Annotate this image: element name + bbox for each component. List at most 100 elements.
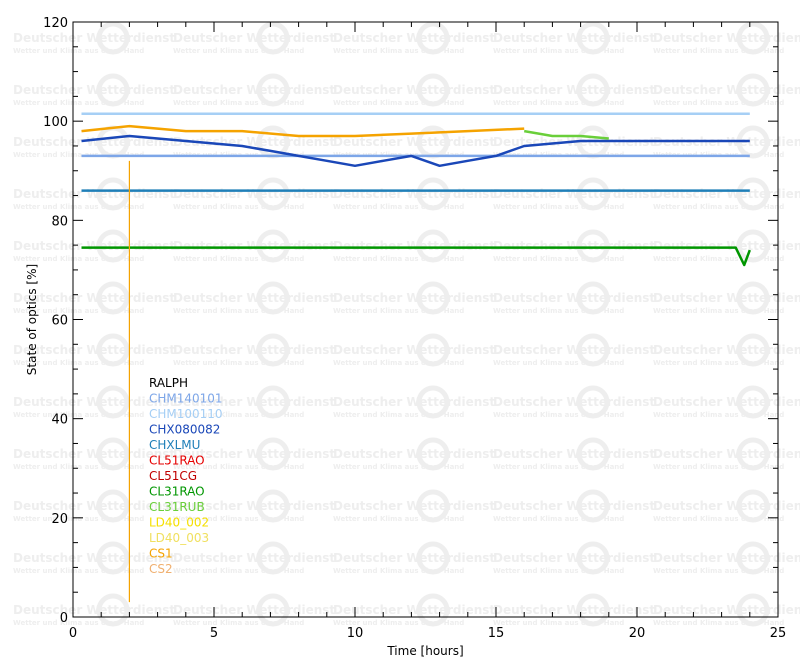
x-tick-label: 10 — [347, 626, 364, 641]
dwd-logo-watermark: Deutscher WetterdienstWetter und Klima a… — [493, 73, 655, 107]
watermark-slogan: Wetter und Klima aus einer Hand — [13, 99, 144, 107]
dwd-logo-watermark: Deutscher Wetterdienst Wetter und Klima a… — [493, 21, 655, 55]
dwd-logo-watermark: Deutscher WetterdienstWetter und Klima a… — [13, 125, 175, 159]
dwd-logo-watermark: Deutscher WetterdienstWetter und Klima a… — [493, 385, 655, 419]
watermark-slogan: Wetter und Klima aus einer Hand — [653, 515, 784, 523]
watermark-slogan: Wetter und Klima aus einer Hand — [333, 567, 464, 575]
watermark-title: Deutscher Wetterdienst — [173, 603, 335, 617]
watermark-slogan: Wetter und Klima aus einer Hand — [493, 255, 624, 263]
dwd-logo-watermark: Deutscher WetterdienstWetter und Klima a… — [173, 541, 335, 575]
watermark-title: Deutscher Wetterdienst — [493, 239, 655, 253]
dwd-logo-watermark: Deutscher Wetterdienst Wetter und Klima a… — [173, 593, 335, 627]
watermark-slogan: Wetter und Klima aus einer Hand — [653, 619, 784, 627]
watermark-slogan: Wetter und Klima aus einer Hand — [333, 463, 464, 471]
x-tick-label: 15 — [488, 626, 505, 641]
watermark-slogan: Wetter und Klima aus einer Hand — [493, 567, 624, 575]
watermark-slogan: Wetter und Klima aus einer Hand — [493, 359, 624, 367]
watermark-slogan: Wetter und Klima aus einer Hand — [653, 411, 784, 419]
watermark-title: Deutscher Wetterdienst — [333, 83, 495, 97]
watermark-title: Deutscher Wetterdienst — [493, 551, 655, 565]
watermark-title: Deutscher Wetterdienst — [173, 551, 335, 565]
dwd-logo-watermark: Deutscher WetterdienstWetter und Klima a… — [333, 489, 495, 523]
watermark-slogan: Wetter und Klima aus einer Hand — [13, 463, 144, 471]
legend-entry-ld40_002: LD40_002 — [149, 516, 209, 530]
watermark-title: Deutscher Wetterdienst — [173, 343, 335, 357]
watermark-slogan: Wetter und Klima aus einer Hand — [653, 307, 784, 315]
watermark-title: Deutscher Wetterdienst — [333, 551, 495, 565]
watermark-title: Deutscher Wetterdienst — [173, 239, 335, 253]
watermark-slogan: Wetter und Klima aus einer Hand — [493, 203, 624, 211]
dwd-logo-watermark: Deutscher Wetterdienst Wetter und Klima a… — [13, 593, 175, 627]
dwd-logo-watermark: Deutscher Wetterdienst Wetter und Klima a… — [173, 281, 335, 315]
legend-entry-cs1: CS1 — [149, 547, 173, 561]
watermark-slogan: Wetter und Klima aus einer Hand — [173, 255, 304, 263]
watermark-slogan: Wetter und Klima aus einer Hand — [333, 307, 464, 315]
legend-entry-ralph: RALPH — [149, 376, 188, 390]
y-tick-label: 60 — [51, 314, 68, 329]
dwd-logo-watermark: Deutscher WetterdienstWetter und Klima a… — [493, 125, 655, 159]
dwd-logo-watermark: Deutscher WetterdienstWetter und Klima a… — [13, 177, 175, 211]
watermark-slogan: Wetter und Klima aus einer Hand — [333, 515, 464, 523]
watermark-slogan: Wetter und Klima aus einer Hand — [173, 203, 304, 211]
watermark-slogan: Wetter und Klima aus einer Hand — [173, 619, 304, 627]
watermark-slogan: Wetter und Klima aus einer Hand — [653, 99, 784, 107]
legend-entry-chx080082: CHX080082 — [149, 423, 220, 437]
watermark-title: Deutscher Wetterdienst — [173, 187, 335, 201]
y-tick-label: 40 — [51, 413, 68, 428]
watermark-slogan: Wetter und Klima aus einer Hand — [653, 255, 784, 263]
watermark-title: Deutscher Wetterdienst — [173, 83, 335, 97]
watermark-title: Deutscher Wetterdienst — [173, 31, 335, 45]
legend-entry-cl51rao: CL51RAO — [149, 454, 205, 468]
dwd-logo-watermark: Deutscher Wetterdienst Wetter und Klima a… — [13, 21, 175, 55]
dwd-logo-watermark: Deutscher Wetterdienst Wetter und Klima a… — [13, 73, 175, 107]
watermark-slogan: Wetter und Klima aus einer Hand — [653, 567, 784, 575]
watermark-slogan: Wetter und Klima aus einer Hand — [653, 359, 784, 367]
y-axis-title: State of optics [%] — [25, 264, 39, 375]
watermark-title: Deutscher Wetterdienst — [333, 395, 495, 409]
watermark-title: Deutscher Wetterdienst — [173, 291, 335, 305]
dwd-logo-watermark: Deutscher WetterdienstWetter und Klima a… — [333, 177, 495, 211]
dwd-logo-watermark: Deutscher WetterdienstWetter und Klima a… — [493, 593, 655, 627]
x-tick-label: 0 — [69, 626, 77, 641]
legend-entry-cl51cg: CL51CG — [149, 469, 197, 483]
watermark-slogan: Wetter und Klima aus einer Hand — [13, 619, 144, 627]
watermark-slogan: Wetter und Klima aus einer Hand — [493, 619, 624, 627]
dwd-logo-watermark: Deutscher WetterdienstWetter und Klima a… — [493, 281, 655, 315]
watermark-title: Deutscher Wetterdienst — [13, 83, 175, 97]
watermark-slogan: Wetter und Klima aus einer Hand — [333, 99, 464, 107]
x-tick-label: 5 — [210, 626, 218, 641]
x-axis-title: Time [hours] — [386, 644, 463, 658]
watermark-slogan: Wetter und Klima aus einer Hand — [13, 47, 144, 55]
watermark-title: Deutscher Wetterdienst — [333, 239, 495, 253]
watermark-slogan: Wetter und Klima aus einer Hand — [13, 567, 144, 575]
legend-entry-chm100110: CHM100110 — [149, 407, 223, 421]
watermark-slogan: Wetter und Klima aus einer Hand — [13, 411, 144, 419]
watermark-title: Deutscher Wetterdienst — [333, 291, 495, 305]
watermark-title: Deutscher Wetterdienst — [13, 239, 175, 253]
watermark-title: Deutscher Wetterdienst — [333, 343, 495, 357]
watermark-slogan: Wetter und Klima aus einer Hand — [333, 255, 464, 263]
dwd-logo-watermark: Deutscher Wetterdienst Wetter und Klima a… — [173, 21, 335, 55]
watermark-title: Deutscher Wetterdienst — [13, 31, 175, 45]
watermark-slogan: Wetter und Klima aus einer Hand — [493, 47, 624, 55]
watermark-slogan: Wetter und Klima aus einer Hand — [653, 47, 784, 55]
watermark-slogan: Wetter und Klima aus einer Hand — [493, 307, 624, 315]
chart: Deutscher Wetterdienst Wetter und Klima a… — [13, 16, 800, 658]
y-tick-label: 80 — [51, 214, 68, 229]
legend-entry-cl31rub: CL31RUB — [149, 500, 205, 514]
watermark-slogan: Wetter und Klima aus einer Hand — [13, 203, 144, 211]
watermark-slogan: Wetter und Klima aus einer Hand — [173, 307, 304, 315]
watermark-title: Deutscher Wetterdienst — [493, 31, 655, 45]
dwd-logo-watermark: Deutscher WetterdienstWetter und Klima a… — [333, 333, 495, 367]
watermark-title: Deutscher Wetterdienst — [13, 603, 175, 617]
watermark-title: Deutscher Wetterdienst — [493, 395, 655, 409]
watermark-title: Deutscher Wetterdienst — [493, 447, 655, 461]
watermark-slogan: Wetter und Klima aus einer Hand — [173, 99, 304, 107]
dwd-logo-watermark: Deutscher WetterdienstWetter und Klima a… — [333, 593, 495, 627]
watermark-slogan: Wetter und Klima aus einer Hand — [173, 47, 304, 55]
watermark-title: Deutscher Wetterdienst — [493, 499, 655, 513]
dwd-logo-watermark: Deutscher Wetterdienst Wetter und Klima a… — [173, 177, 335, 211]
legend-entry-cs2: CS2 — [149, 562, 173, 576]
watermark-slogan: Wetter und Klima aus einer Hand — [333, 47, 464, 55]
watermark-title: Deutscher Wetterdienst — [493, 343, 655, 357]
